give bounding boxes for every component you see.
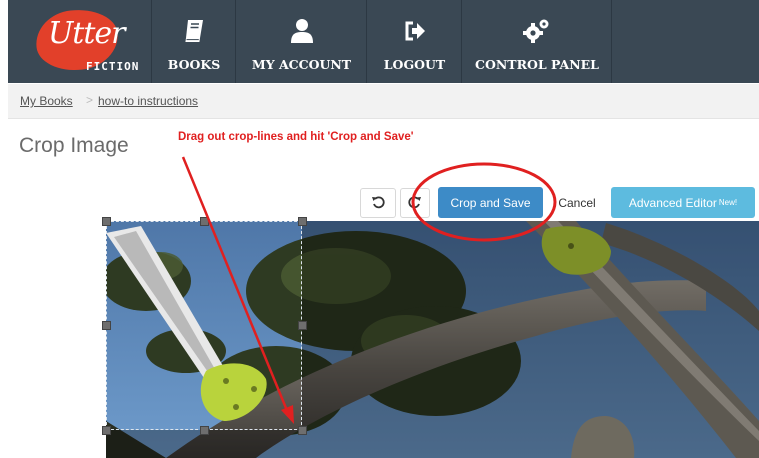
nav-item-control-panel[interactable]: CONTROL PANEL (461, 0, 612, 83)
crop-handle-top[interactable] (200, 217, 209, 226)
rotate-left-icon (371, 195, 385, 212)
crop-handle-right[interactable] (298, 321, 307, 330)
gears-icon (462, 18, 612, 44)
nav-item-books[interactable]: BOOKS (151, 0, 236, 83)
top-navbar: Utter FICTION BOOKS MY ACCOUNT LOGOUT CO… (8, 0, 759, 83)
breadcrumb-separator: > (86, 93, 94, 107)
nav-item-logout[interactable]: LOGOUT (366, 0, 462, 83)
instruction-annotation: Drag out crop-lines and hit 'Crop and Sa… (178, 131, 414, 143)
rotate-left-button[interactable] (360, 188, 396, 218)
logo-sub-text: FICTION (86, 60, 140, 73)
advanced-editor-label: Advanced Editor (628, 195, 717, 210)
nav-divider (611, 0, 612, 83)
crop-handle-bottom[interactable] (200, 426, 209, 435)
nav-label-my-account: MY ACCOUNT (251, 57, 352, 72)
breadcrumb: My Books > how-to instructions (8, 84, 759, 119)
logout-icon (367, 18, 462, 44)
nav-label-books: BOOKS (167, 57, 221, 72)
crop-and-save-button[interactable]: Crop and Save (438, 187, 543, 218)
app: Utter FICTION BOOKS MY ACCOUNT LOGOUT CO… (0, 0, 759, 458)
nav-label-control-panel: CONTROL PANEL (475, 57, 599, 72)
crop-handle-left[interactable] (102, 321, 111, 330)
crop-handle-top-left[interactable] (102, 217, 111, 226)
breadcrumb-my-books[interactable]: My Books (20, 94, 73, 108)
logo-main-text: Utter (48, 16, 125, 51)
crop-handle-top-right[interactable] (298, 217, 307, 226)
crop-handle-bottom-left[interactable] (102, 426, 111, 435)
nav-item-my-account[interactable]: MY ACCOUNT (235, 0, 367, 83)
crop-selection[interactable] (106, 221, 302, 430)
rotate-right-button[interactable] (400, 188, 430, 218)
book-icon (152, 18, 236, 44)
nav-label-logout: LOGOUT (383, 57, 446, 72)
user-icon (236, 18, 367, 44)
page-title: Crop Image (19, 134, 129, 157)
cancel-button[interactable]: Cancel (548, 187, 606, 218)
logo[interactable]: Utter FICTION (8, 0, 151, 83)
advanced-editor-button[interactable]: Advanced Editor New! (611, 187, 755, 218)
breadcrumb-how-to-instructions[interactable]: how-to instructions (98, 94, 198, 108)
rotate-right-icon (408, 195, 422, 212)
crop-handle-bottom-right[interactable] (298, 426, 307, 435)
new-badge: New! (718, 198, 738, 207)
